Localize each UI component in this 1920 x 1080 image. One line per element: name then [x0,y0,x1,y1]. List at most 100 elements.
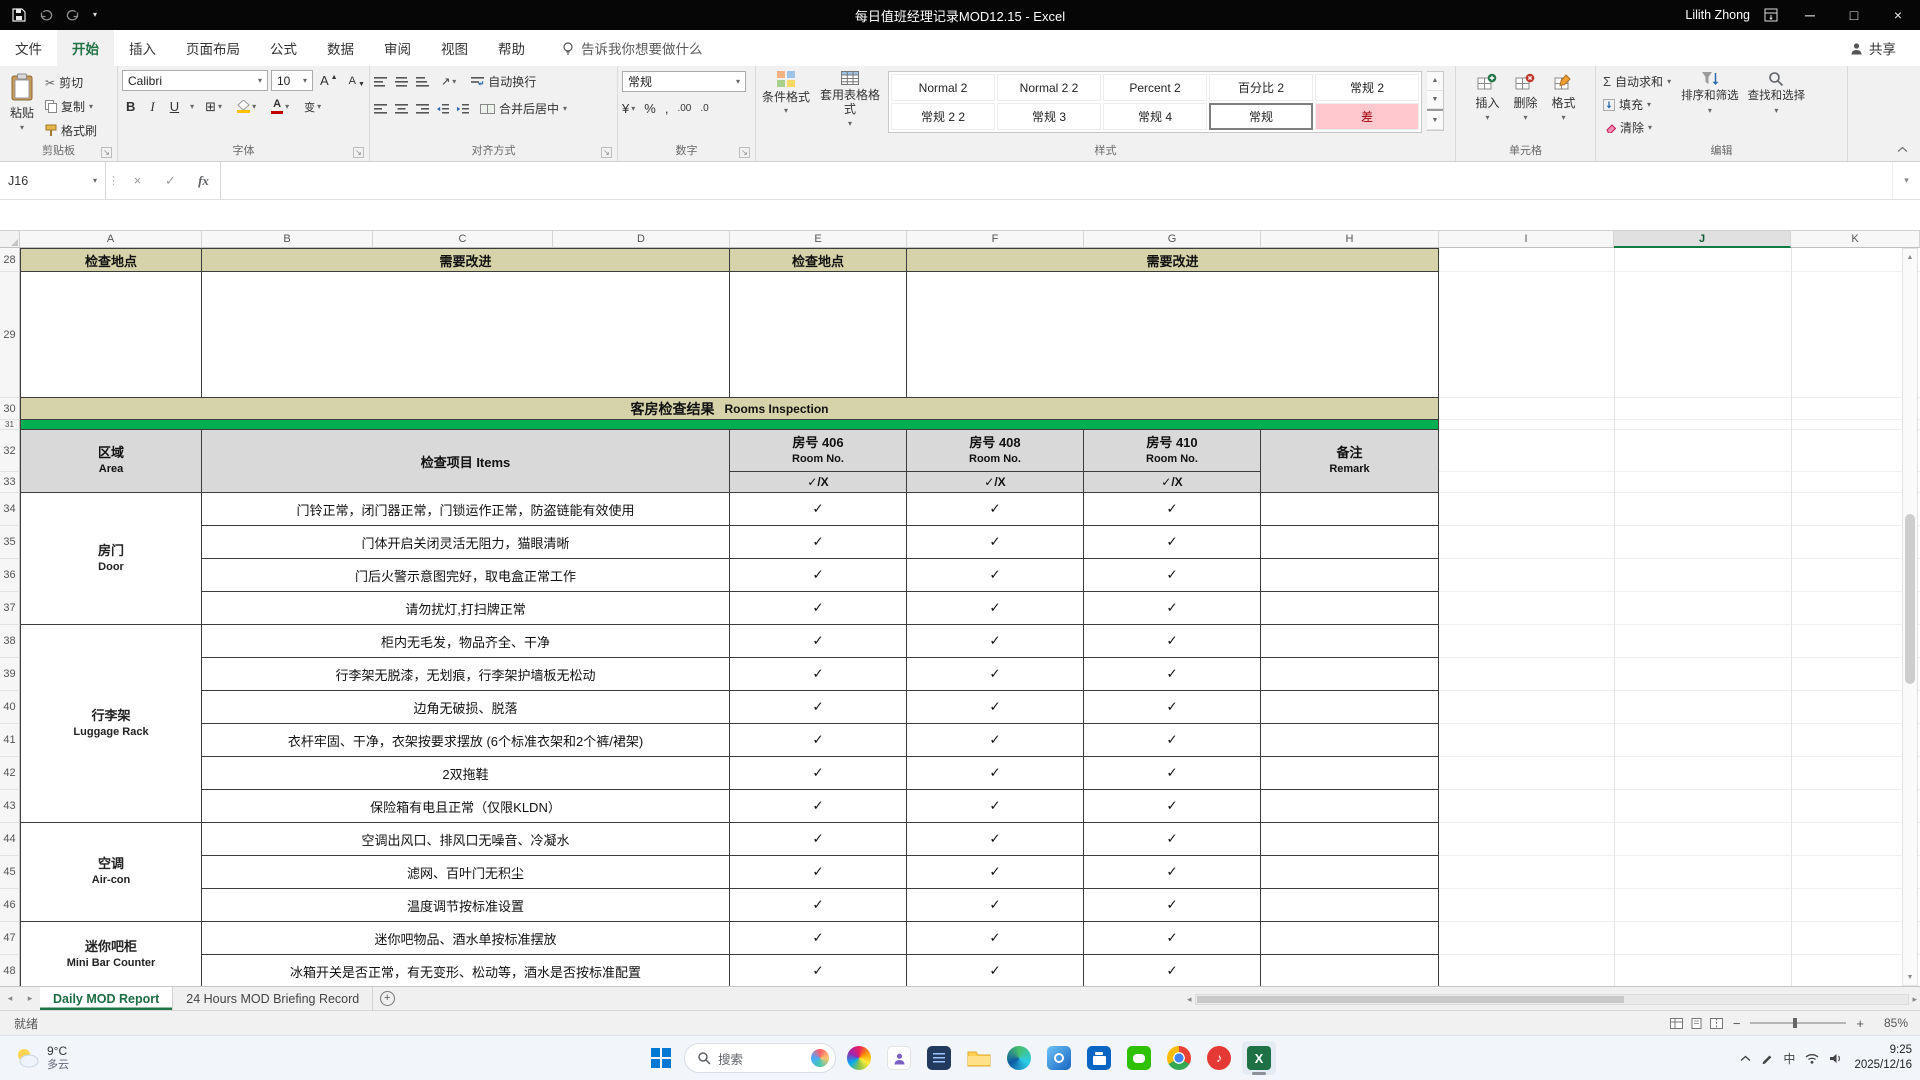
check-cell[interactable]: ✓ [1084,856,1261,889]
check-cell[interactable]: ✓ [907,493,1084,526]
cell[interactable] [1439,272,1920,398]
sort-filter-button[interactable]: 排序和筛选 ▾ [1679,69,1741,115]
decrease-indent-icon[interactable] [437,104,449,114]
cell-style-item-bad[interactable]: 差 [1315,103,1419,130]
page-layout-view-button[interactable] [1690,1018,1703,1029]
check-cell[interactable]: ✓ [730,790,907,823]
row-header[interactable]: 42 [0,757,20,790]
cell-style-item[interactable]: 百分比 2 [1209,74,1313,101]
check-cell[interactable]: ✓ [1084,757,1261,790]
check-cell[interactable]: ✓ [907,526,1084,559]
remark-cell[interactable] [1261,559,1439,592]
check-cell[interactable]: ✓ [730,757,907,790]
customize-qat-button[interactable]: ▾ [93,11,97,19]
cell[interactable] [1439,430,1920,472]
gallery-up-button[interactable]: ▲ [1427,72,1443,91]
zoom-slider-thumb[interactable] [1793,1018,1797,1028]
item-cell[interactable]: 滤网、百叶门无积尘 [202,856,730,889]
align-left-icon[interactable] [374,104,387,114]
scroll-down-button[interactable]: ▼ [1903,969,1917,985]
account-name[interactable]: Lilith Zhong [1685,8,1750,22]
row-header[interactable]: 30 [0,398,20,420]
taskbar-app-wechat[interactable] [1122,1041,1156,1075]
row-header[interactable]: 29 [0,272,20,398]
item-cell[interactable]: 门铃正常，闭门器正常，门锁运作正常，防盗链能有效使用 [202,493,730,526]
row-header[interactable]: 47 [0,922,20,955]
normal-view-button[interactable] [1670,1018,1683,1029]
area-group-cell[interactable]: 空调Air-con [20,823,202,922]
check-cell[interactable]: ✓ [1084,625,1261,658]
bold-button[interactable]: B [122,96,139,117]
row-header[interactable]: 48 [0,955,20,986]
maximize-button[interactable]: □ [1832,0,1876,30]
check-cell[interactable]: ✓ [907,856,1084,889]
decrease-decimal-button[interactable]: .0 [700,98,708,119]
remark-cell[interactable] [1261,493,1439,526]
item-cell[interactable]: 2双拖鞋 [202,757,730,790]
enter-entry-button[interactable]: ✓ [154,162,187,199]
format-as-table-button[interactable]: 套用表格格式 ▾ [817,69,883,128]
page-break-view-button[interactable] [1710,1018,1723,1029]
column-header[interactable]: B [202,231,373,248]
fill-color-button[interactable]: ▾ [233,96,260,117]
check-cell[interactable]: ✓ [1084,691,1261,724]
phonetic-guide-button[interactable]: 变▾ [300,96,325,117]
check-cell[interactable]: ✓ [730,823,907,856]
cell[interactable] [1439,625,1920,658]
tell-me-box[interactable]: 告诉我你想要做什么 [546,30,718,66]
taskbar-app-file-explorer[interactable] [962,1041,996,1075]
remark-cell[interactable] [1261,757,1439,790]
copy-button[interactable]: 复制▾ [42,96,100,117]
new-sheet-button[interactable]: + [373,987,401,1010]
align-center-icon[interactable] [395,104,408,114]
font-color-button[interactable]: A▾ [267,96,293,117]
cell[interactable] [1439,790,1920,823]
conditional-formatting-button[interactable]: 条件格式 ▾ [760,69,812,115]
taskbar-app-palette[interactable] [842,1041,876,1075]
close-button[interactable]: × [1876,0,1920,30]
remark-header-cell[interactable]: 备注Remark [1261,430,1439,493]
check-cell[interactable]: ✓ [1084,592,1261,625]
paste-button[interactable]: 粘贴 ▾ [4,69,40,132]
insert-function-button[interactable]: fx [187,162,220,199]
tab-view[interactable]: 视图 [426,30,483,66]
taskbar-app-edge[interactable] [1002,1041,1036,1075]
cell[interactable]: 需要改进 [202,248,730,272]
cell-style-item[interactable]: 常规 3 [997,103,1101,130]
cell[interactable]: 检查地点 [20,248,202,272]
item-cell[interactable]: 柜内无毛发，物品齐全、干净 [202,625,730,658]
cell-style-item[interactable]: 常规 4 [1103,103,1207,130]
taskbar-search[interactable]: 搜索 [684,1043,836,1073]
remark-cell[interactable] [1261,790,1439,823]
check-cell[interactable]: ✓ [730,559,907,592]
tab-formulas[interactable]: 公式 [255,30,312,66]
taskbar-app-notepad[interactable] [922,1041,956,1075]
row-header[interactable]: 35 [0,526,20,559]
row-header[interactable]: 33 [0,472,20,493]
font-size-select[interactable]: 10▾ [271,70,313,91]
align-top-icon[interactable] [374,77,387,87]
ribbon-display-options-icon[interactable] [1764,8,1778,22]
cell[interactable] [1439,856,1920,889]
cell[interactable] [1439,398,1920,420]
cell[interactable] [1439,658,1920,691]
check-cell[interactable]: ✓ [1084,922,1261,955]
format-cells-button[interactable]: 格式▾ [1546,69,1582,122]
share-button[interactable]: 共享 [1835,30,1920,66]
item-cell[interactable]: 迷你吧物品、酒水单按标准摆放 [202,922,730,955]
column-header[interactable]: C [373,231,553,248]
taskbar-app-music[interactable]: ♪ [1202,1041,1236,1075]
formula-bar-expand-button[interactable]: ▾ [1892,162,1920,199]
comma-style-button[interactable]: , [665,98,669,119]
cell-style-item[interactable]: Percent 2 [1103,74,1207,101]
ime-indicator[interactable]: 中 [1783,1050,1795,1067]
vertical-scrollbar[interactable]: ▲ ▼ [1902,248,1918,986]
column-header[interactable]: I [1439,231,1614,248]
cell[interactable] [1439,889,1920,922]
taskbar-app-contacts[interactable] [882,1041,916,1075]
cut-button[interactable]: ✂剪切 [42,72,100,93]
zoom-slider[interactable] [1750,1022,1846,1024]
format-painter-button[interactable]: 格式刷 [42,120,100,141]
check-cell[interactable]: ✓ [730,493,907,526]
weather-widget[interactable]: 9°C 多云 [8,1036,75,1080]
